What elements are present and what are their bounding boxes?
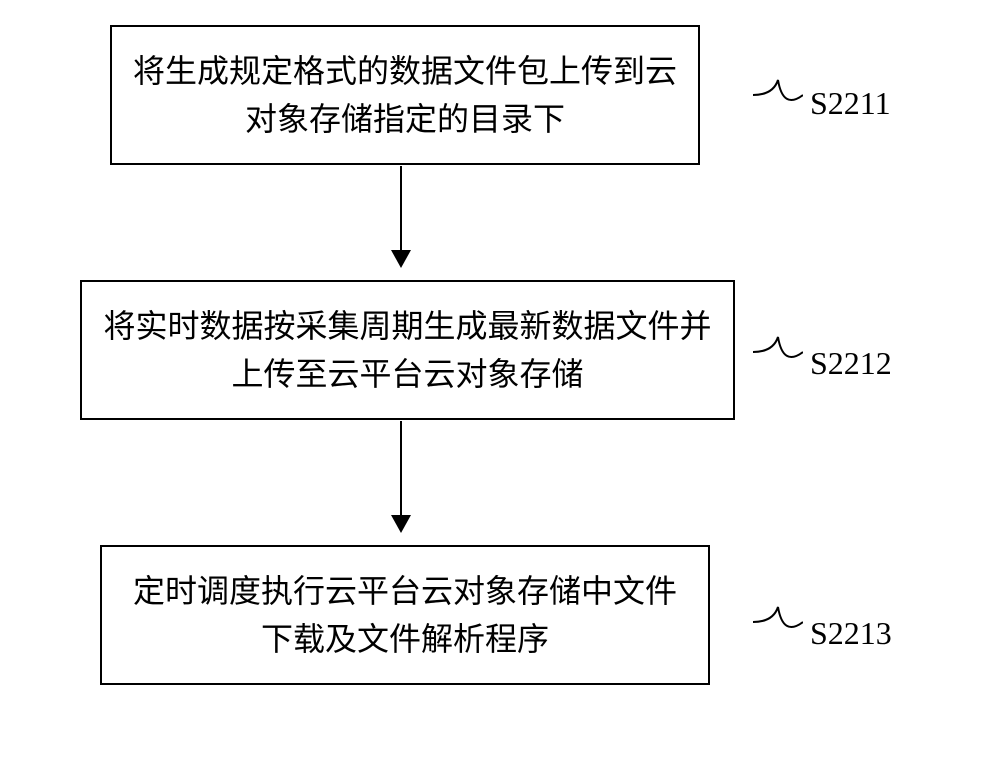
step-box-1: 将生成规定格式的数据文件包上传到云对象存储指定的目录下 [110,25,700,165]
connector-curve-3 [753,602,803,642]
step-label-2: S2212 [810,345,892,382]
arrow-1 [400,166,402,266]
step-box-3: 定时调度执行云平台云对象存储中文件下载及文件解析程序 [100,545,710,685]
step-text-2: 将实时数据按采集周期生成最新数据文件并上传至云平台云对象存储 [102,302,713,398]
step-text-1: 将生成规定格式的数据文件包上传到云对象存储指定的目录下 [132,47,678,143]
step-box-2: 将实时数据按采集周期生成最新数据文件并上传至云平台云对象存储 [80,280,735,420]
step-label-3: S2213 [810,615,892,652]
connector-curve-1 [753,75,803,115]
arrow-2 [400,421,402,531]
step-text-3: 定时调度执行云平台云对象存储中文件下载及文件解析程序 [122,567,688,663]
step-label-1: S2211 [810,85,891,122]
connector-curve-2 [753,332,803,372]
flowchart-container: 将生成规定格式的数据文件包上传到云对象存储指定的目录下 S2211 将实时数据按… [0,0,1000,770]
